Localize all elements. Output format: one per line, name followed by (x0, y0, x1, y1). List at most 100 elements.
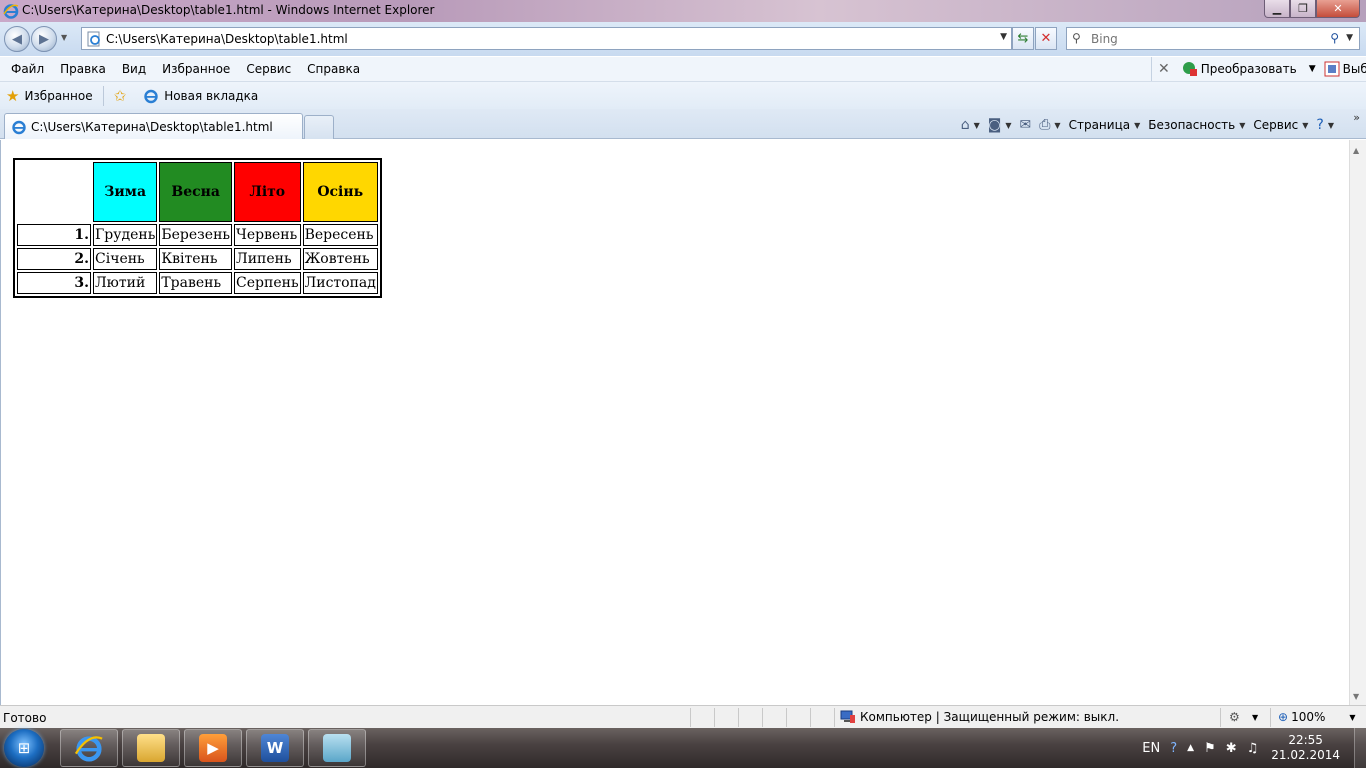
media-player-icon: ▶ (199, 734, 227, 762)
protected-mode-dropdown-icon[interactable]: ▼ (1252, 713, 1258, 722)
maximize-icon: ❐ (1298, 2, 1308, 15)
action-center-icon[interactable]: ⚑ (1204, 741, 1216, 756)
table-cell: Травень (159, 272, 233, 294)
help-dropdown-icon[interactable]: ▼ (1328, 121, 1334, 130)
page-menu[interactable]: Страница ▼ (1065, 118, 1145, 132)
volume-icon[interactable]: ♫ (1247, 741, 1259, 756)
header-winter: Зима (93, 162, 158, 222)
tools-menu-label: Сервис (1253, 118, 1299, 132)
status-separator (690, 708, 691, 727)
print-dropdown-icon[interactable]: ▼ (1054, 121, 1060, 130)
menu-favorites[interactable]: Избранное (154, 62, 238, 76)
ie-logo-icon (3, 4, 19, 19)
refresh-icon: ⇆ (1017, 31, 1029, 46)
taskbar-word-button[interactable]: W (246, 729, 304, 767)
pdf-toolbar: ✕ Преобразовать ▼ Выбр (1158, 57, 1366, 81)
zoom-dropdown-icon[interactable]: ▼ (1349, 713, 1355, 722)
menu-view[interactable]: Вид (114, 62, 154, 76)
favorites-button[interactable]: ★ Избранное (0, 87, 99, 105)
windows-logo-icon: ⊞ (17, 739, 31, 757)
menu-help[interactable]: Справка (299, 62, 368, 76)
table-row: 1. Грудень Березень Червень Вересень (17, 224, 378, 246)
home-icon: ⌂ (960, 117, 970, 133)
table-cell: Січень (93, 248, 158, 270)
maximize-button[interactable]: ❐ (1290, 0, 1316, 18)
mail-icon: ✉ (1019, 117, 1032, 133)
tab-table1[interactable]: C:\Users\Катерина\Desktop\table1.html (4, 113, 303, 139)
safety-menu-label: Безопасность (1148, 118, 1236, 132)
clock[interactable]: 22:55 21.02.2014 (1271, 733, 1340, 763)
menu-file[interactable]: Файл (3, 62, 52, 76)
home-button[interactable]: ⌂ ▼ (957, 117, 984, 133)
table-row: 2. Січень Квітень Липень Жовтень (17, 248, 378, 270)
page-content: Зима Весна Літо Осінь 1. Грудень Березен… (0, 140, 1349, 705)
print-button[interactable]: ⎙ ▼ (1035, 117, 1064, 133)
page-icon (87, 31, 100, 47)
security-zone[interactable]: Компьютер | Защищенный режим: выкл. (840, 710, 1119, 724)
printer-icon: ⎙ (1039, 117, 1051, 133)
mail-button[interactable]: ✉ (1015, 117, 1035, 133)
show-hidden-icons[interactable]: ▲ (1187, 743, 1194, 753)
back-button[interactable]: ◀ (4, 26, 30, 52)
header-autumn: Осінь (302, 162, 378, 222)
favorites-label: Избранное (24, 88, 93, 103)
menu-tools[interactable]: Сервис (238, 62, 299, 76)
address-dropdown-icon[interactable]: ▼ (1000, 32, 1007, 42)
show-desktop-button[interactable] (1354, 728, 1366, 768)
new-tab-button[interactable] (304, 115, 334, 139)
network-icon[interactable]: ✱ (1226, 741, 1237, 756)
table-cell: Березень (159, 224, 233, 246)
address-bar[interactable]: C:\Users\Катерина\Desktop\table1.html ▼ (81, 27, 1012, 50)
row-number: 2. (17, 248, 91, 270)
help-button[interactable]: ? ▼ (1312, 117, 1338, 133)
minimize-icon: ▁ (1272, 2, 1282, 15)
star-icon: ★ (6, 86, 20, 105)
taskbar-explorer-button[interactable] (122, 729, 180, 767)
more-commands-icon[interactable]: » (1353, 111, 1360, 124)
app-icon (323, 734, 351, 762)
address-url[interactable]: C:\Users\Катерина\Desktop\table1.html (106, 32, 348, 46)
feeds-dropdown-icon[interactable]: ▼ (1005, 121, 1011, 130)
window-controls: ▁ ❐ ✕ (1264, 0, 1360, 18)
new-tab-link[interactable]: Новая вкладка (137, 88, 264, 104)
convert-button[interactable]: Преобразовать (1201, 62, 1297, 76)
forward-button[interactable]: ▶ (31, 26, 57, 52)
zoom-level: 100% (1291, 710, 1326, 724)
taskbar-app-button[interactable] (308, 729, 366, 767)
recent-pages-dropdown[interactable]: ▼ (61, 33, 67, 42)
tools-menu[interactable]: Сервис ▼ (1249, 118, 1312, 132)
menu-edit[interactable]: Правка (52, 62, 114, 76)
add-favorite-button[interactable]: ✩ (108, 87, 138, 105)
convert-dropdown-icon[interactable]: ▼ (1309, 64, 1316, 74)
close-toolbar-icon[interactable]: ✕ (1158, 61, 1170, 77)
scroll-down-icon[interactable]: ▼ (1353, 692, 1359, 701)
minimize-button[interactable]: ▁ (1264, 0, 1290, 18)
taskbar-ie-button[interactable] (60, 729, 118, 767)
add-to-favorites-icon: ✩ (113, 86, 127, 105)
refresh-button[interactable]: ⇆ (1012, 27, 1034, 50)
search-input[interactable] (1091, 31, 1321, 47)
feeds-button[interactable]: ◙ ▼ (984, 117, 1016, 133)
select-button[interactable]: Выбр (1343, 62, 1366, 76)
safety-menu[interactable]: Безопасность ▼ (1144, 118, 1249, 132)
search-options-dropdown[interactable]: ▼ (1346, 33, 1353, 43)
search-icon[interactable]: ⚲ (1330, 31, 1339, 45)
home-dropdown-icon[interactable]: ▼ (974, 121, 980, 130)
close-button[interactable]: ✕ (1316, 0, 1360, 18)
zoom-control[interactable]: ⊕ 100% ▼ (1278, 710, 1356, 724)
seasons-table: Зима Весна Літо Осінь 1. Грудень Березен… (13, 158, 382, 298)
vertical-scrollbar[interactable]: ▲ ▼ (1349, 140, 1366, 705)
safety-dropdown-icon: ▼ (1239, 120, 1246, 130)
status-separator (1270, 708, 1271, 727)
stop-button[interactable]: ✕ (1035, 27, 1057, 50)
select-icon (1324, 61, 1340, 77)
language-indicator[interactable]: EN (1142, 741, 1160, 756)
search-box[interactable]: ⚲ ⚲ ▼ (1066, 27, 1360, 50)
start-button[interactable]: ⊞ (4, 729, 44, 767)
taskbar-media-player-button[interactable]: ▶ (184, 729, 242, 767)
protected-mode-icon[interactable]: ⚙ (1229, 710, 1240, 724)
search-provider-icon: ⚲ (1072, 31, 1081, 45)
scroll-up-icon[interactable]: ▲ (1353, 146, 1359, 155)
new-tab-label: Новая вкладка (164, 88, 259, 103)
help-tray-icon[interactable]: ? (1170, 741, 1177, 756)
